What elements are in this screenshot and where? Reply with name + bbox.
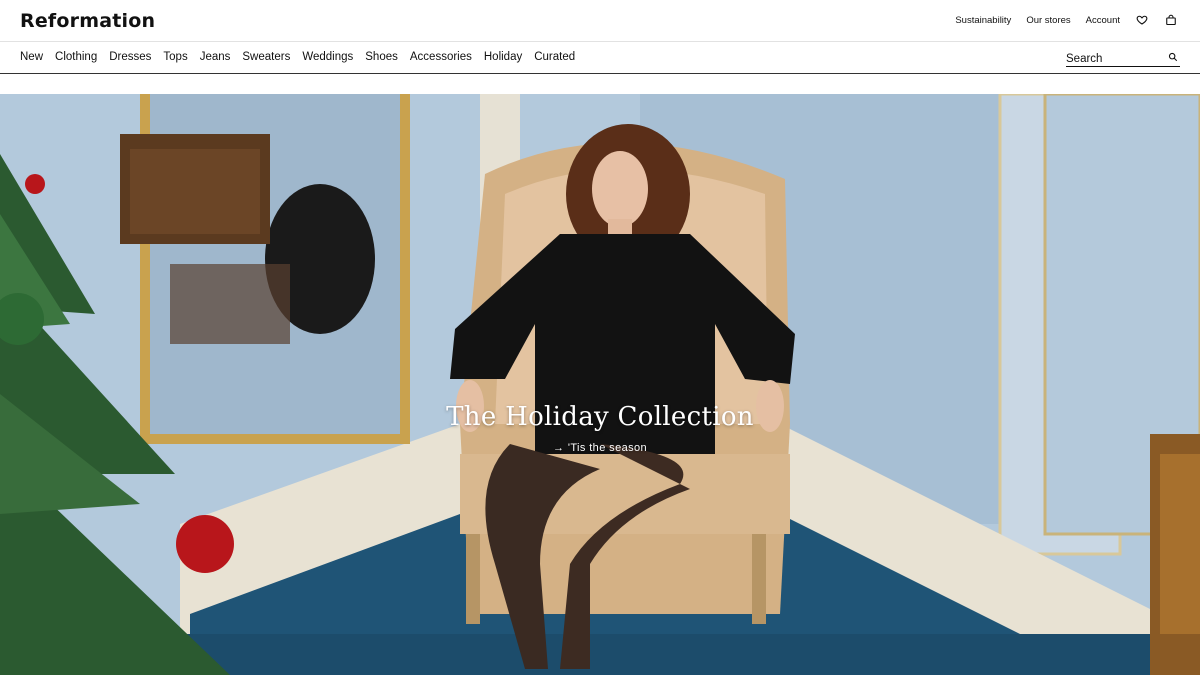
nav-item-new[interactable]: New xyxy=(20,51,43,63)
account-link[interactable]: Account xyxy=(1086,15,1120,26)
arrow-right-icon: → xyxy=(552,442,565,454)
nav-item-accessories[interactable]: Accessories xyxy=(410,51,472,63)
nav-item-weddings[interactable]: Weddings xyxy=(302,51,353,63)
nav-item-shoes[interactable]: Shoes xyxy=(365,51,398,63)
hero-title[interactable]: The Holiday Collection xyxy=(0,402,1200,432)
nav-item-dresses[interactable]: Dresses xyxy=(109,51,151,63)
utility-nav: Sustainability Our stores Account xyxy=(955,13,1178,27)
brand-logo[interactable]: Reformation xyxy=(20,10,155,32)
shopping-bag-icon[interactable] xyxy=(1164,13,1178,27)
category-nav-list: New Clothing Dresses Tops Jeans Sweaters… xyxy=(20,51,575,63)
nav-item-clothing[interactable]: Clothing xyxy=(55,51,97,63)
our-stores-link[interactable]: Our stores xyxy=(1026,15,1070,26)
nav-item-sweaters[interactable]: Sweaters xyxy=(242,51,290,63)
hero-cta-link[interactable]: → 'Tis the season xyxy=(0,442,1200,454)
search-input[interactable] xyxy=(1066,52,1161,65)
nav-item-jeans[interactable]: Jeans xyxy=(200,51,231,63)
hero-banner[interactable]: The Holiday Collection → 'Tis the season xyxy=(0,94,1200,675)
nav-item-holiday[interactable]: Holiday xyxy=(484,51,522,63)
category-nav: New Clothing Dresses Tops Jeans Sweaters… xyxy=(0,43,1200,74)
search-icon[interactable] xyxy=(1168,52,1178,62)
hero-cta-label: 'Tis the season xyxy=(567,442,648,454)
search-box xyxy=(1066,49,1180,67)
nav-item-tops[interactable]: Tops xyxy=(163,51,187,63)
top-header: Reformation Sustainability Our stores Ac… xyxy=(0,0,1200,42)
hero-image xyxy=(0,94,1200,675)
sustainability-link[interactable]: Sustainability xyxy=(955,15,1011,26)
nav-item-curated[interactable]: Curated xyxy=(534,51,575,63)
heart-icon[interactable] xyxy=(1135,13,1149,27)
